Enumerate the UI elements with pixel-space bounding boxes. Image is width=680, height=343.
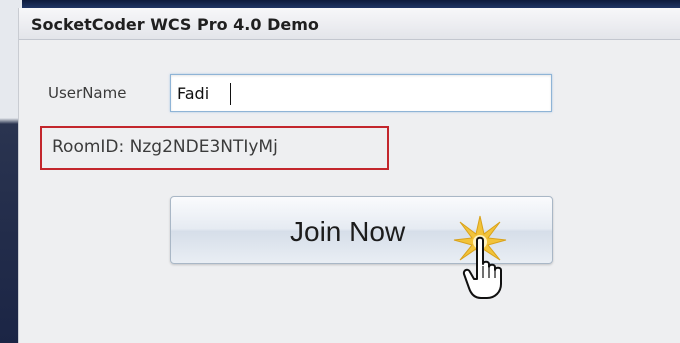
username-label: UserName: [48, 84, 127, 102]
window-title: SocketCoder WCS Pro 4.0 Demo: [31, 15, 319, 34]
hand-pointer-icon: [462, 236, 502, 299]
login-panel: SocketCoder WCS Pro 4.0 Demo UserName Ro…: [18, 8, 680, 343]
username-input[interactable]: [170, 74, 552, 112]
text-caret: [230, 83, 231, 105]
background-strip: [0, 0, 680, 8]
roomid-text: RoomID: Nzg2NDE3NTIyMj: [52, 137, 278, 157]
join-now-label: Join Now: [290, 216, 406, 247]
panel-header: SocketCoder WCS Pro 4.0 Demo: [19, 8, 680, 40]
roomid-highlight: RoomID: Nzg2NDE3NTIyMj: [40, 126, 389, 170]
